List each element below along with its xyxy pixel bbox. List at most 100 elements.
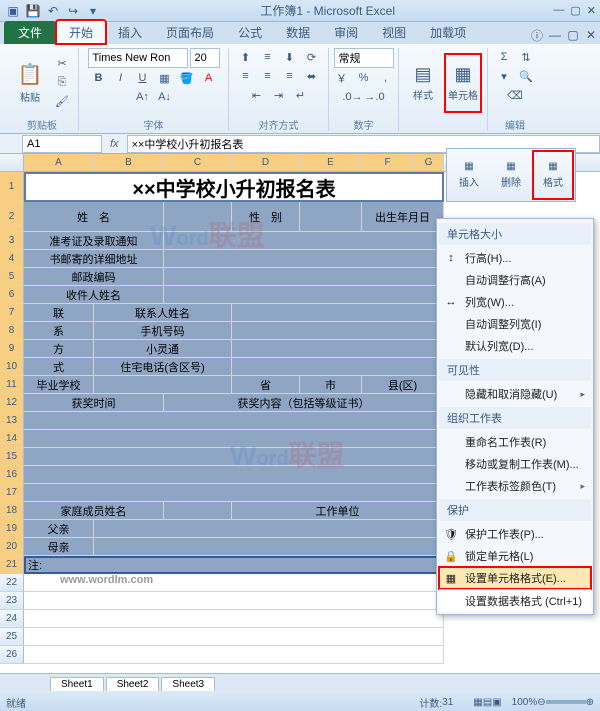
- cell[interactable]: [164, 202, 232, 232]
- orientation-button[interactable]: ⟳: [302, 48, 322, 66]
- menu-hide-unhide[interactable]: 隐藏和取消隐藏(U)▸: [439, 383, 591, 405]
- row-header[interactable]: 12: [0, 394, 24, 412]
- cell[interactable]: [24, 592, 444, 610]
- row-header[interactable]: 18: [0, 502, 24, 520]
- title-cell[interactable]: ××中学校小升初报名表: [24, 172, 444, 202]
- row-header[interactable]: 20: [0, 538, 24, 556]
- fill-button[interactable]: ▾: [494, 67, 514, 85]
- zoom-level[interactable]: 100%: [512, 697, 538, 708]
- cell[interactable]: 出生年月日: [362, 202, 444, 232]
- cell[interactable]: [24, 484, 444, 502]
- menu-row-height[interactable]: ↕行高(H)...: [439, 247, 591, 269]
- row-header[interactable]: 11: [0, 376, 24, 394]
- fill-color-button[interactable]: 🪣: [177, 69, 197, 87]
- sheet-tab-3[interactable]: Sheet3: [161, 677, 215, 691]
- row-header[interactable]: 15: [0, 448, 24, 466]
- increase-indent-button[interactable]: ⇥: [269, 86, 289, 104]
- cell[interactable]: 省: [232, 376, 300, 394]
- cell[interactable]: 小灵通: [94, 340, 232, 358]
- cell[interactable]: [24, 646, 444, 664]
- italic-button[interactable]: I: [111, 69, 131, 87]
- align-middle-button[interactable]: ≡: [258, 48, 278, 66]
- row-header[interactable]: 7: [0, 304, 24, 322]
- row-header[interactable]: 14: [0, 430, 24, 448]
- row-header[interactable]: 2: [0, 202, 24, 232]
- cell[interactable]: 联: [24, 304, 94, 322]
- sort-button[interactable]: ⇅: [516, 48, 536, 66]
- clear-button[interactable]: ⌫: [505, 86, 525, 104]
- paste-button[interactable]: 📋 粘贴: [12, 54, 48, 112]
- ribbon-minimize-icon[interactable]: —: [546, 26, 564, 44]
- bold-button[interactable]: B: [89, 69, 109, 87]
- menu-format-cells[interactable]: ▦设置单元格格式(E)...: [439, 567, 591, 589]
- cell[interactable]: [164, 502, 232, 520]
- zoom-out-button[interactable]: ⊖: [537, 697, 545, 708]
- cell[interactable]: [164, 250, 444, 268]
- decrease-indent-button[interactable]: ⇤: [247, 86, 267, 104]
- col-d[interactable]: D: [232, 154, 300, 171]
- view-break-button[interactable]: ▣: [492, 697, 501, 708]
- col-a[interactable]: A: [24, 154, 94, 171]
- cell[interactable]: 注:: [24, 556, 444, 574]
- cell[interactable]: [24, 412, 444, 430]
- row-header[interactable]: 8: [0, 322, 24, 340]
- qat-dropdown[interactable]: ▾: [84, 2, 102, 20]
- cell[interactable]: 母亲: [24, 538, 94, 556]
- help-icon[interactable]: ⓘ: [528, 26, 546, 44]
- format-cells-button[interactable]: ▦ 格式: [533, 151, 573, 199]
- menu-move-copy[interactable]: 移动或复制工作表(M)...: [439, 453, 591, 475]
- row-header[interactable]: 10: [0, 358, 24, 376]
- cell[interactable]: 姓 名: [24, 202, 164, 232]
- find-button[interactable]: 🔍: [516, 67, 536, 85]
- menu-protect-sheet[interactable]: 🛡保护工作表(P)...: [439, 523, 591, 545]
- row-header[interactable]: 5: [0, 268, 24, 286]
- col-f[interactable]: F: [362, 154, 414, 171]
- copy-button[interactable]: ⎘: [52, 74, 72, 92]
- align-top-button[interactable]: ⬆: [236, 48, 256, 66]
- cell[interactable]: 获奖内容（包括等级证书）: [164, 394, 444, 412]
- wrap-text-button[interactable]: ↵: [291, 86, 311, 104]
- underline-button[interactable]: U: [133, 69, 153, 87]
- row-header[interactable]: 24: [0, 610, 24, 628]
- undo-button[interactable]: ↶: [44, 2, 62, 20]
- row-header[interactable]: 13: [0, 412, 24, 430]
- cell[interactable]: [164, 268, 444, 286]
- excel-icon[interactable]: ▣: [4, 2, 22, 20]
- grow-font-button[interactable]: A↑: [133, 88, 153, 106]
- row-header[interactable]: 21: [0, 556, 24, 574]
- format-painter-button[interactable]: 🖌: [52, 93, 72, 111]
- cell[interactable]: 联系人姓名: [94, 304, 232, 322]
- decrease-decimal-button[interactable]: →.0: [365, 88, 385, 106]
- menu-autofit-row[interactable]: 自动调整行高(A): [439, 269, 591, 291]
- cell[interactable]: 性 别: [232, 202, 300, 232]
- row-header[interactable]: 9: [0, 340, 24, 358]
- cut-button[interactable]: ✂: [52, 55, 72, 73]
- row-header[interactable]: 17: [0, 484, 24, 502]
- select-all-corner[interactable]: [0, 154, 24, 171]
- cell[interactable]: 县(区): [362, 376, 444, 394]
- menu-rename-sheet[interactable]: 重命名工作表(R): [439, 431, 591, 453]
- row-header[interactable]: 25: [0, 628, 24, 646]
- tab-formula[interactable]: 公式: [226, 21, 274, 44]
- font-size-combo[interactable]: 20: [190, 48, 220, 68]
- name-box[interactable]: A1: [22, 135, 102, 153]
- view-layout-button[interactable]: ▤: [483, 697, 492, 708]
- tab-data[interactable]: 数据: [274, 21, 322, 44]
- tab-layout[interactable]: 页面布局: [154, 21, 226, 44]
- cell[interactable]: 方: [24, 340, 94, 358]
- menu-lock-cell[interactable]: 🔒锁定单元格(L): [439, 545, 591, 567]
- col-e[interactable]: E: [300, 154, 362, 171]
- cell[interactable]: [24, 448, 444, 466]
- row-header[interactable]: 4: [0, 250, 24, 268]
- cell[interactable]: 系: [24, 322, 94, 340]
- cell[interactable]: 住宅电话(含区号): [94, 358, 232, 376]
- align-center-button[interactable]: ≡: [258, 67, 278, 85]
- row-header[interactable]: 3: [0, 232, 24, 250]
- cell[interactable]: [300, 202, 362, 232]
- shrink-font-button[interactable]: A↓: [155, 88, 175, 106]
- fx-icon[interactable]: fx: [102, 138, 127, 150]
- menu-col-width[interactable]: ↔列宽(W)...: [439, 291, 591, 313]
- cell[interactable]: 毕业学校: [24, 376, 94, 394]
- increase-decimal-button[interactable]: .0→: [343, 88, 363, 106]
- cell[interactable]: [94, 376, 232, 394]
